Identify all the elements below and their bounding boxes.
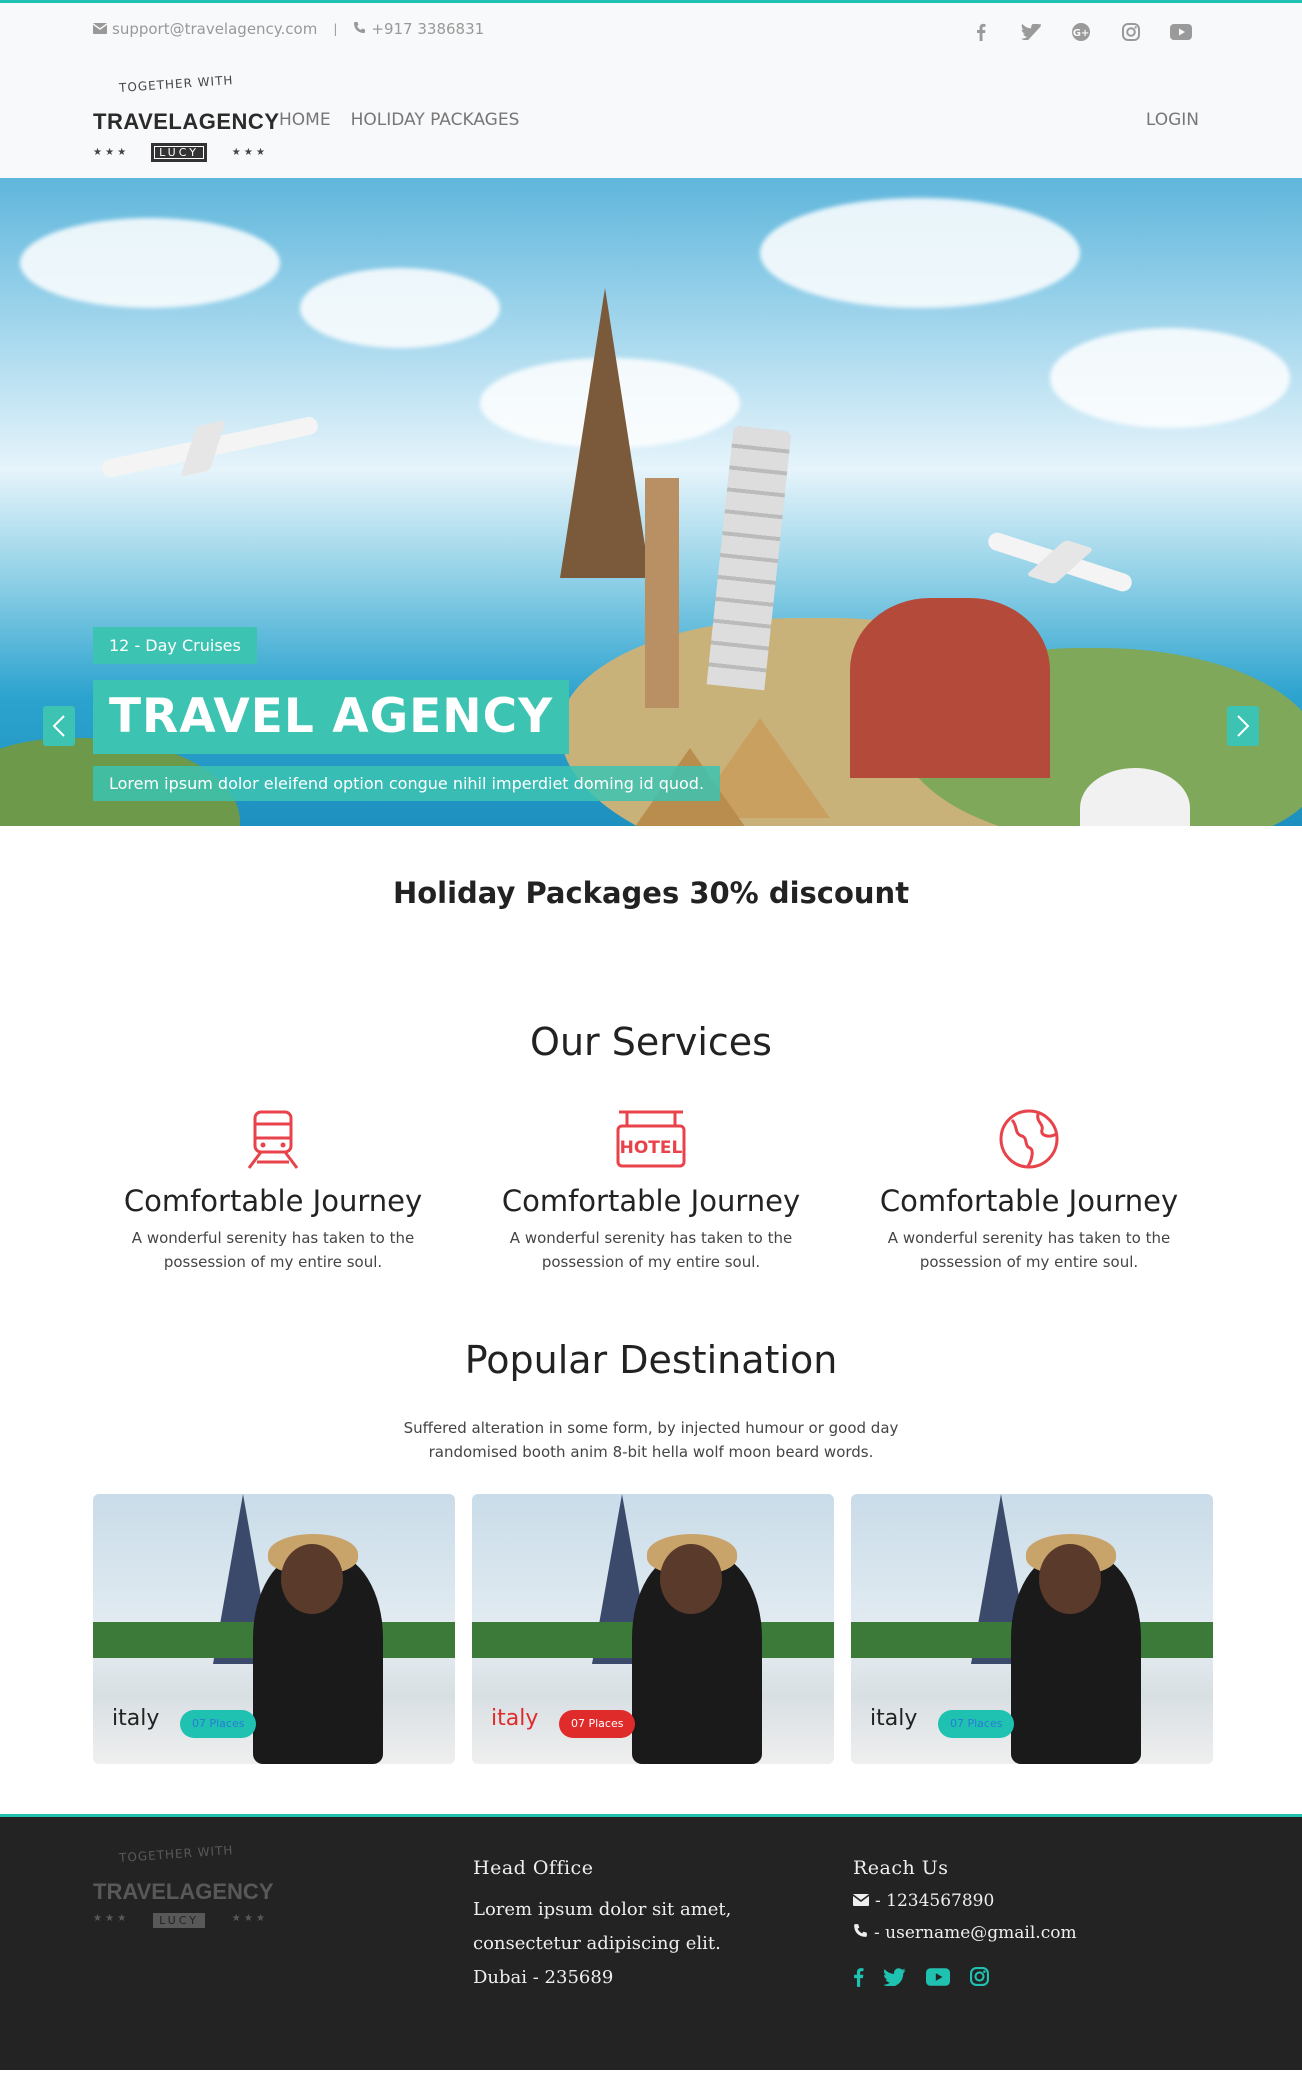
service-title: Comfortable Journey — [501, 1184, 801, 1218]
reach-us-section: Reach Us - 1234567890 - username@gmail.c… — [852, 1857, 1077, 1992]
top-social-links: G+ — [968, 19, 1194, 45]
envelope-icon — [852, 1891, 870, 1911]
service-card: HOTEL Comfortable Journey A wonderful se… — [472, 1104, 830, 1274]
login-link[interactable]: LOGIN — [1146, 110, 1199, 130]
carousel-prev-button[interactable] — [43, 706, 75, 746]
footer-phone-row: - 1234567890 — [852, 1891, 1077, 1911]
globe-icon — [850, 1104, 1208, 1174]
twitter-icon[interactable] — [1018, 19, 1044, 45]
footer: TOGETHER WITH TRAVELAGENCY ★ ★ ★ LUCY ★ … — [0, 1814, 1302, 2070]
footer-logo-tagline: TOGETHER WITH — [118, 1843, 234, 1865]
svg-text:HOTEL: HOTEL — [620, 1138, 683, 1158]
phone-icon — [853, 1923, 868, 1943]
divider: | — [333, 22, 338, 36]
discount-heading: Holiday Packages 30% discount — [392, 876, 910, 910]
footer-email-row: - username@gmail.com — [853, 1923, 1077, 1943]
site-logo[interactable]: TOGETHER WITH TRAVELAGENCY ★ ★ ★ LUCY ★ … — [93, 73, 279, 169]
destination-cards: italy 07 Places italy 07 Places italy 07… — [93, 1494, 1302, 1764]
destination-name: italy — [870, 1706, 918, 1731]
footer-logo-stars-left: ★ ★ ★ — [93, 1913, 127, 1924]
svg-text:G+: G+ — [1073, 28, 1090, 39]
footer-logo-stars-right: ★ ★ ★ — [231, 1913, 265, 1924]
places-badge: 07 Places — [180, 1710, 257, 1738]
top-bar: support@travelagency.com | +917 3386831 … — [0, 0, 1302, 67]
destination-name: italy — [112, 1706, 160, 1731]
service-text: A wonderful serenity has taken to the po… — [887, 1229, 1171, 1271]
logo-stars-left: ★ ★ ★ — [93, 147, 127, 158]
address-line-1: Lorem ipsum dolor sit amet, — [473, 1899, 732, 1920]
destination-name: italy — [491, 1706, 539, 1731]
destination-card[interactable]: italy 07 Places — [93, 1494, 455, 1764]
places-badge: 07 Places — [938, 1710, 1015, 1738]
footer-logo-stars: ★ ★ ★ LUCY ★ ★ ★ — [93, 1913, 265, 1928]
service-card: Comfortable Journey A wonderful serenity… — [94, 1104, 452, 1274]
destination-card[interactable]: italy 07 Places — [851, 1494, 1213, 1764]
service-title: Comfortable Journey — [879, 1184, 1179, 1218]
footer-phone[interactable]: - 1234567890 — [875, 1891, 994, 1911]
contact-info: support@travelagency.com | +917 3386831 — [92, 20, 484, 38]
hero-text: Lorem ipsum dolor eleifend option congue… — [93, 766, 721, 801]
instagram-icon[interactable] — [970, 1967, 989, 1992]
hotel-icon: HOTEL — [472, 1104, 830, 1174]
instagram-icon[interactable] — [1118, 19, 1144, 45]
address-line-2: consectetur adipiscing elit. — [473, 1933, 721, 1954]
footer-logo[interactable]: TOGETHER WITH TRAVELAGENCY ★ ★ ★ LUCY ★ … — [93, 1843, 274, 1939]
facebook-icon[interactable] — [968, 19, 994, 45]
google-plus-icon[interactable]: G+ — [1068, 19, 1094, 45]
chevron-right-icon — [1237, 715, 1250, 737]
logo-stars: ★ ★ ★ LUCY ★ ★ ★ — [93, 143, 265, 162]
envelope-icon — [92, 20, 108, 38]
head-office-title: Head Office — [473, 1857, 594, 1879]
carousel-next-button[interactable] — [1227, 706, 1259, 746]
logo-name: TRAVELAGENCY — [93, 109, 280, 134]
service-title: Comfortable Journey — [123, 1184, 423, 1218]
hero-title: TRAVEL AGENCY — [93, 680, 570, 754]
service-text: A wonderful serenity has taken to the po… — [131, 1229, 415, 1271]
phone-icon — [353, 20, 366, 38]
service-card: Comfortable Journey A wonderful serenity… — [850, 1104, 1208, 1274]
services-list: Comfortable Journey A wonderful serenity… — [0, 1104, 1302, 1274]
youtube-icon[interactable] — [926, 1967, 950, 1992]
places-badge: 07 Places — [559, 1710, 636, 1738]
hero-carousel: 12 - Day Cruises TRAVEL AGENCY Lorem ips… — [0, 178, 1302, 826]
hero-tag: 12 - Day Cruises — [93, 627, 257, 664]
nav-holiday-packages-link[interactable]: HOLIDAY PACKAGES — [351, 110, 520, 130]
address-line-3: Dubai - 235689 — [473, 1967, 614, 1988]
support-phone-link[interactable]: +917 3386831 — [371, 20, 484, 38]
nav-links: HOME HOLIDAY PACKAGES — [279, 110, 519, 130]
logo-tagline: TOGETHER WITH — [118, 73, 234, 95]
logo-stars-right: ★ ★ ★ — [231, 147, 265, 158]
logo-badge: LUCY — [151, 143, 207, 162]
nav-home-link[interactable]: HOME — [279, 110, 331, 130]
head-office-address: Lorem ipsum dolor sit amet, consectetur … — [473, 1893, 731, 1995]
service-text: A wonderful serenity has taken to the po… — [509, 1229, 793, 1271]
facebook-icon[interactable] — [853, 1967, 864, 1992]
twitter-icon[interactable] — [883, 1967, 906, 1992]
reach-us-title: Reach Us — [853, 1857, 949, 1879]
services-title: Our Services — [530, 1020, 772, 1064]
footer-social-links — [853, 1967, 1077, 1992]
youtube-icon[interactable] — [1168, 19, 1194, 45]
footer-logo-badge: LUCY — [153, 1913, 205, 1928]
destinations-title: Popular Destination — [464, 1338, 838, 1382]
chevron-left-icon — [52, 715, 65, 737]
footer-email[interactable]: - username@gmail.com — [874, 1923, 1077, 1943]
footer-logo-name: TRAVELAGENCY — [93, 1879, 274, 1904]
support-email-link[interactable]: support@travelagency.com — [112, 20, 317, 38]
main-navbar: TOGETHER WITH TRAVELAGENCY ★ ★ ★ LUCY ★ … — [0, 67, 1302, 178]
destinations-subtitle: Suffered alteration in some form, by inj… — [403, 1419, 899, 1461]
train-icon — [94, 1104, 452, 1174]
destination-card[interactable]: italy 07 Places — [472, 1494, 834, 1764]
head-office-section: Head Office Lorem ipsum dolor sit amet, … — [473, 1857, 731, 1995]
